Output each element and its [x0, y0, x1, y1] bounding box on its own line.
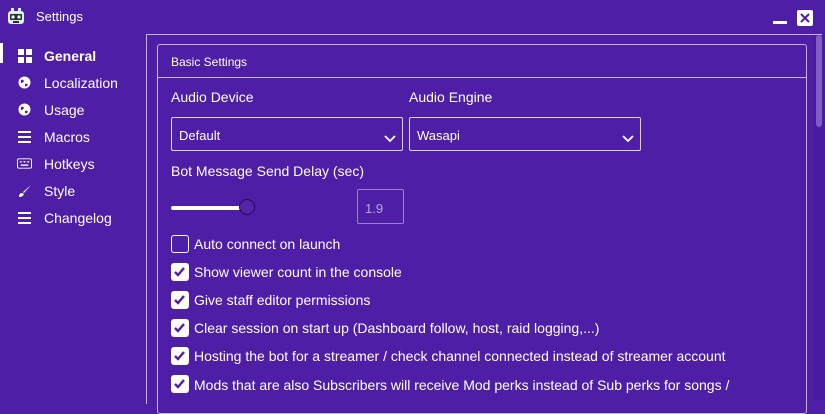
- checkbox[interactable]: [171, 347, 189, 365]
- keyboard-icon: [17, 156, 32, 171]
- sidebar-item-usage[interactable]: Usage: [0, 96, 146, 123]
- sidebar-item-label: Style: [44, 183, 76, 199]
- close-button[interactable]: [797, 10, 813, 26]
- vertical-scrollbar[interactable]: [813, 35, 825, 400]
- checkbox[interactable]: [171, 375, 189, 393]
- checkbox-staff-editor[interactable]: Give staff editor permissions: [171, 290, 411, 310]
- minimize-button[interactable]: [772, 10, 788, 26]
- window-title: Settings: [36, 9, 83, 24]
- sidebar-item-label: Macros: [44, 129, 90, 145]
- panel-header: Basic Settings: [158, 45, 806, 78]
- send-delay-value: 1.9: [365, 201, 384, 216]
- checkbox-auto-connect[interactable]: Auto connect on launch: [171, 234, 371, 254]
- chevron-down-icon: [384, 130, 396, 148]
- sidebar-item-label: Changelog: [44, 210, 112, 226]
- sidebar-item-changelog[interactable]: Changelog: [0, 204, 146, 231]
- check-icon: [174, 295, 185, 305]
- checkbox[interactable]: [171, 319, 189, 337]
- sidebar-item-label: General: [44, 48, 97, 64]
- sidebar-item-general[interactable]: General: [0, 42, 146, 69]
- chevron-down-icon: [622, 130, 634, 148]
- check-icon: [174, 267, 185, 277]
- sidebar-item-style[interactable]: Style: [0, 177, 146, 204]
- checkbox-show-viewer-count[interactable]: Show viewer count in the console: [171, 262, 431, 282]
- close-icon: [800, 13, 810, 23]
- check-icon: [174, 351, 185, 361]
- list-icon: [17, 210, 32, 225]
- audio-engine-select[interactable]: Wasapi: [409, 117, 641, 151]
- checkbox-mods-subscribers[interactable]: Mods that are also Subscribers will rece…: [171, 374, 771, 400]
- audio-device-select[interactable]: Default: [171, 117, 403, 151]
- audio-engine-value: Wasapi: [417, 128, 460, 143]
- check-icon: [174, 323, 185, 333]
- sidebar-item-localization[interactable]: Localization: [0, 69, 146, 96]
- panel-title: Basic Settings: [171, 55, 248, 69]
- checkbox[interactable]: [171, 291, 189, 309]
- send-delay-input[interactable]: 1.9: [357, 189, 404, 224]
- checkbox[interactable]: [171, 263, 189, 281]
- checkbox-label: Show viewer count in the console: [194, 264, 402, 280]
- checkbox-clear-session[interactable]: Clear session on start up (Dashboard fol…: [171, 318, 611, 338]
- scrollbar-thumb[interactable]: [816, 35, 822, 127]
- checkbox-label: Hosting the bot for a streamer / check c…: [194, 348, 726, 364]
- send-delay-slider-thumb[interactable]: [239, 199, 255, 215]
- checkbox-label: Clear session on start up (Dashboard fol…: [194, 320, 600, 336]
- sidebar-item-hotkeys[interactable]: Hotkeys: [0, 150, 146, 177]
- send-delay-slider-track[interactable]: [171, 206, 248, 210]
- audio-device-value: Default: [179, 128, 221, 143]
- checkbox[interactable]: [171, 235, 189, 253]
- app-logo-icon: [6, 7, 26, 27]
- audio-engine-label: Audio Engine: [409, 89, 493, 105]
- send-delay-label: Bot Message Send Delay (sec): [171, 163, 364, 179]
- windows-icon: [17, 48, 32, 63]
- sidebar-item-label: Localization: [44, 75, 118, 91]
- globe-icon: [17, 75, 32, 90]
- sidebar-item-label: Hotkeys: [44, 156, 95, 172]
- checkbox-label: Auto connect on launch: [194, 236, 341, 252]
- checkbox-label: Mods that are also Subscribers will rece…: [194, 377, 730, 400]
- sidebar: General Localization Usage Macros Hotkey…: [0, 34, 146, 400]
- title-bar: Settings: [0, 0, 825, 34]
- sidebar-item-label: Usage: [44, 102, 85, 118]
- sidebar-item-macros[interactable]: Macros: [0, 123, 146, 150]
- globe-icon: [17, 102, 32, 117]
- brush-icon: [17, 183, 32, 198]
- audio-device-label: Audio Device: [171, 89, 254, 105]
- checkbox-label: Give staff editor permissions: [194, 292, 371, 308]
- list-icon: [17, 129, 32, 144]
- checkbox-hosting-bot[interactable]: Hosting the bot for a streamer / check c…: [171, 346, 751, 366]
- check-icon: [174, 379, 185, 389]
